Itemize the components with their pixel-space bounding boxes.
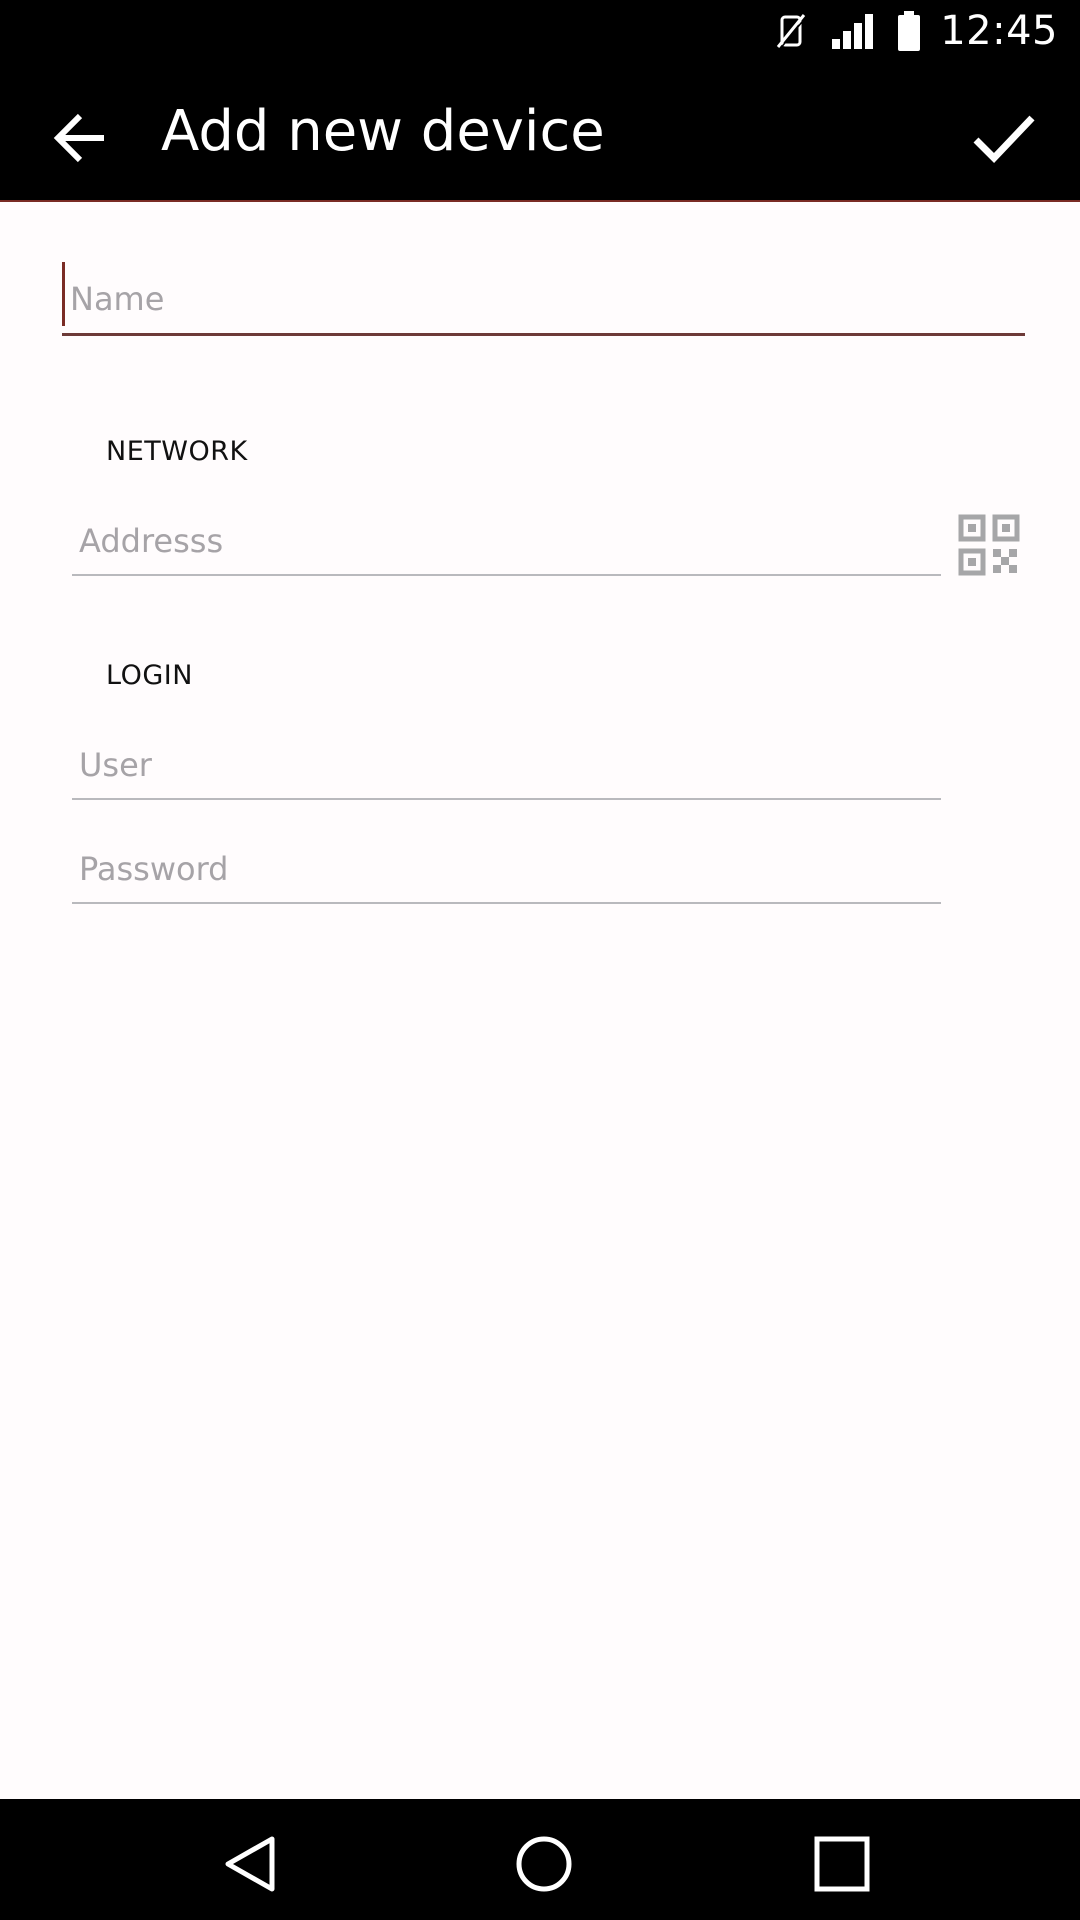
system-nav-bar xyxy=(0,1799,1080,1920)
network-section-label: NETWORK xyxy=(106,436,248,467)
name-underline xyxy=(62,333,1025,336)
back-button[interactable] xyxy=(40,98,120,178)
text-caret xyxy=(62,262,65,326)
battery-icon xyxy=(898,11,921,51)
user-field[interactable] xyxy=(72,730,941,800)
login-section-label: LOGIN xyxy=(106,660,193,691)
address-underline xyxy=(72,574,941,576)
arrow-back-icon xyxy=(53,113,104,163)
nav-recents-icon xyxy=(814,1836,870,1892)
app-bar: Add new device xyxy=(0,62,1080,202)
nav-back-icon xyxy=(225,1836,275,1892)
status-icons: 12:45 xyxy=(772,0,1058,62)
nav-back-button[interactable] xyxy=(205,1819,295,1909)
vibrate-off-icon xyxy=(777,14,807,50)
address-input[interactable] xyxy=(72,506,941,576)
user-input[interactable] xyxy=(72,730,941,800)
signal-icon xyxy=(832,14,874,49)
password-input[interactable] xyxy=(72,834,941,904)
nav-recents-button[interactable] xyxy=(797,1819,887,1909)
nav-home-icon xyxy=(516,1836,572,1892)
password-underline xyxy=(72,902,941,904)
user-underline xyxy=(72,798,941,800)
qr-code-icon xyxy=(958,514,1020,576)
page-title: Add new device xyxy=(161,99,605,164)
status-bar: 12:45 xyxy=(0,0,1080,62)
confirm-button[interactable] xyxy=(964,98,1044,178)
nav-home-button[interactable] xyxy=(499,1819,589,1909)
address-field[interactable] xyxy=(72,506,941,576)
qr-scan-button[interactable] xyxy=(958,514,1020,576)
status-time: 12:45 xyxy=(940,8,1058,54)
password-field[interactable] xyxy=(72,834,941,904)
name-input[interactable] xyxy=(62,262,1025,336)
name-field[interactable] xyxy=(62,262,1025,336)
check-icon xyxy=(973,115,1035,164)
